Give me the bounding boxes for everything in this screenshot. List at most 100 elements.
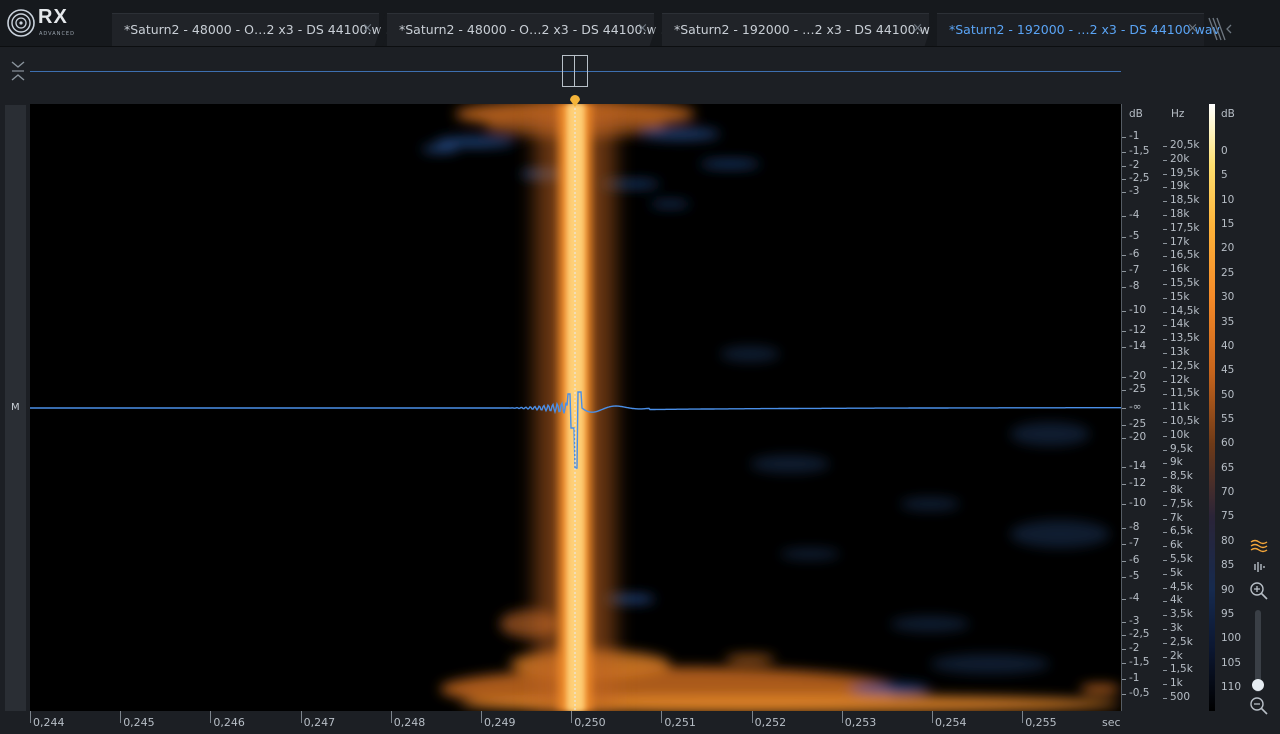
color-scale-label: 95 bbox=[1221, 607, 1235, 620]
db-ruler-unit: dB bbox=[1129, 108, 1143, 120]
collapse-chevrons-icon[interactable] bbox=[10, 58, 26, 84]
tab-file-2[interactable]: *Saturn2 - 48000 - O…2 x3 - DS 44100.wav… bbox=[387, 13, 672, 46]
hz-tick-mark bbox=[1163, 449, 1167, 451]
hz-tick-mark bbox=[1163, 601, 1167, 603]
db-tick-mark bbox=[1122, 577, 1126, 578]
db-tick-label: -0,5 bbox=[1129, 687, 1150, 699]
spectrogram-display[interactable] bbox=[30, 104, 1121, 711]
hz-tick-mark bbox=[1163, 228, 1167, 230]
rx-logo-icon bbox=[7, 9, 35, 37]
db-tick-mark bbox=[1122, 679, 1126, 680]
hz-tick-mark bbox=[1163, 656, 1167, 658]
db-tick-label: -12 bbox=[1129, 324, 1147, 336]
color-scale-label: 90 bbox=[1221, 583, 1235, 596]
close-icon[interactable]: × bbox=[637, 21, 648, 36]
time-ruler[interactable]: 0,244 0,245 0,246 0,247 0,248 0,249 0,250 0,251… bbox=[30, 711, 1130, 734]
zoom-slider-handle[interactable] bbox=[1252, 679, 1264, 692]
hz-tick-mark bbox=[1163, 670, 1167, 672]
time-tick-label: 0,248 bbox=[393, 716, 426, 729]
time-tick-mark bbox=[300, 711, 302, 723]
hz-tick-label: 11k bbox=[1170, 401, 1190, 414]
db-tick-label: -2 bbox=[1129, 642, 1140, 654]
db-tick-mark bbox=[1122, 166, 1126, 167]
db-tick-label: -10 bbox=[1129, 497, 1147, 509]
db-tick-mark bbox=[1122, 528, 1126, 529]
db-tick-label: -1 bbox=[1129, 130, 1140, 142]
hz-tick-label: 13,5k bbox=[1170, 332, 1200, 345]
hz-tick-mark bbox=[1163, 353, 1167, 354]
db-tick-mark bbox=[1122, 331, 1126, 332]
overview-playhead bbox=[574, 55, 575, 87]
hz-tick-mark bbox=[1163, 339, 1167, 341]
hz-tick-mark bbox=[1163, 422, 1167, 423]
zoom-in-icon[interactable] bbox=[1249, 581, 1269, 601]
db-tick-label: -14 bbox=[1129, 460, 1147, 472]
close-icon[interactable]: × bbox=[1187, 21, 1198, 36]
tab-label: *Saturn2 - 48000 - O…2 x3 - DS 44100.wav bbox=[399, 22, 672, 37]
color-scale-label: 30 bbox=[1221, 291, 1235, 304]
logo-text: RX bbox=[38, 6, 68, 28]
db-tick-label: -3 bbox=[1129, 185, 1140, 197]
time-tick-label: 0,253 bbox=[844, 716, 877, 729]
hz-tick-mark bbox=[1163, 491, 1167, 492]
hz-tick-label: 2k bbox=[1170, 649, 1183, 662]
db-ruler: dB -1 -1,5 -2 -2,5 -3 -4 -5 -6 -7 -8 -10 -12 -14 -20 -2… bbox=[1121, 104, 1164, 711]
hz-ruler: Hz 20,5k 20k 19,5k 19k 18,5k 18k 17,5k 17k 16,5k 1… bbox=[1163, 104, 1207, 711]
time-tick-label: 0,251 bbox=[664, 716, 696, 729]
zoom-out-icon[interactable] bbox=[1249, 696, 1269, 716]
time-tick-mark bbox=[932, 711, 933, 723]
overview-view-range[interactable] bbox=[562, 55, 588, 87]
tab-file-4-active[interactable]: *Saturn2 - 192000 - …2 x3 - DS 44100.wav… bbox=[937, 13, 1220, 46]
db-tick-label: -1,5 bbox=[1129, 656, 1150, 668]
color-scale-label: 80 bbox=[1221, 534, 1235, 547]
db-tick-mark bbox=[1122, 599, 1126, 600]
waveform-mode-icon[interactable] bbox=[1250, 560, 1268, 574]
db-tick-label: -1 bbox=[1129, 672, 1140, 684]
hz-tick-label: 9k bbox=[1170, 456, 1183, 469]
color-scale-label: 105 bbox=[1221, 656, 1242, 669]
hz-tick-label: 4k bbox=[1170, 594, 1183, 607]
playhead-marker[interactable] bbox=[568, 92, 582, 108]
spectrogram-canvas[interactable] bbox=[30, 104, 1121, 711]
tab-overflow-icon[interactable] bbox=[1207, 16, 1237, 42]
hz-tick-label: 500 bbox=[1170, 691, 1191, 703]
hz-tick-label: 6k bbox=[1170, 539, 1183, 552]
db-tick-mark bbox=[1122, 635, 1126, 636]
tab-file-1[interactable]: *Saturn2 - 48000 - O…2 x3 - DS 44100.wav… bbox=[112, 13, 397, 46]
time-tick-mark bbox=[571, 711, 573, 723]
side-tools bbox=[1248, 536, 1270, 716]
hz-tick-label: 5,5k bbox=[1170, 553, 1193, 565]
close-icon[interactable]: × bbox=[362, 21, 373, 36]
hz-tick-mark bbox=[1163, 560, 1167, 561]
db-tick-mark bbox=[1122, 237, 1126, 238]
close-icon[interactable]: × bbox=[912, 21, 923, 36]
time-tick-label: 0,255 bbox=[1025, 716, 1057, 729]
db-tick-label: -2,5 bbox=[1129, 628, 1150, 640]
hz-tick-label: 7,5k bbox=[1170, 497, 1193, 510]
hz-tick-mark bbox=[1163, 215, 1167, 216]
color-scale-label: 40 bbox=[1221, 339, 1235, 352]
color-scale-label: 20 bbox=[1221, 242, 1235, 255]
db-tick-label: -2 bbox=[1129, 159, 1140, 171]
overview-strip[interactable] bbox=[0, 47, 1280, 101]
hz-tick-mark bbox=[1163, 380, 1167, 382]
logo-subtext: ADVANCED bbox=[39, 31, 75, 37]
color-scale-label: 25 bbox=[1221, 266, 1235, 279]
tab-file-3[interactable]: *Saturn2 - 192000 - …2 x3 - DS 44100.wav… bbox=[662, 13, 945, 46]
spectrogram-mode-icon[interactable] bbox=[1250, 538, 1268, 554]
hz-tick-mark bbox=[1163, 325, 1167, 327]
time-tick-label: 0,245 bbox=[123, 716, 155, 729]
color-scale-label: 35 bbox=[1221, 315, 1235, 328]
hz-tick-label: 14,5k bbox=[1170, 304, 1200, 317]
hz-tick-label: 12k bbox=[1170, 373, 1190, 386]
hz-tick-mark bbox=[1163, 698, 1167, 699]
db-tick-label: -10 bbox=[1129, 304, 1147, 316]
color-scale-label: 15 bbox=[1221, 218, 1235, 231]
db-tick-label: -∞ bbox=[1129, 401, 1142, 413]
db-tick-mark bbox=[1122, 255, 1126, 256]
hz-tick-mark bbox=[1163, 366, 1167, 368]
db-tick-mark bbox=[1122, 504, 1126, 505]
db-tick-label: -3 bbox=[1129, 615, 1140, 627]
db-tick-mark bbox=[1122, 216, 1126, 217]
db-tick-mark bbox=[1122, 544, 1126, 545]
